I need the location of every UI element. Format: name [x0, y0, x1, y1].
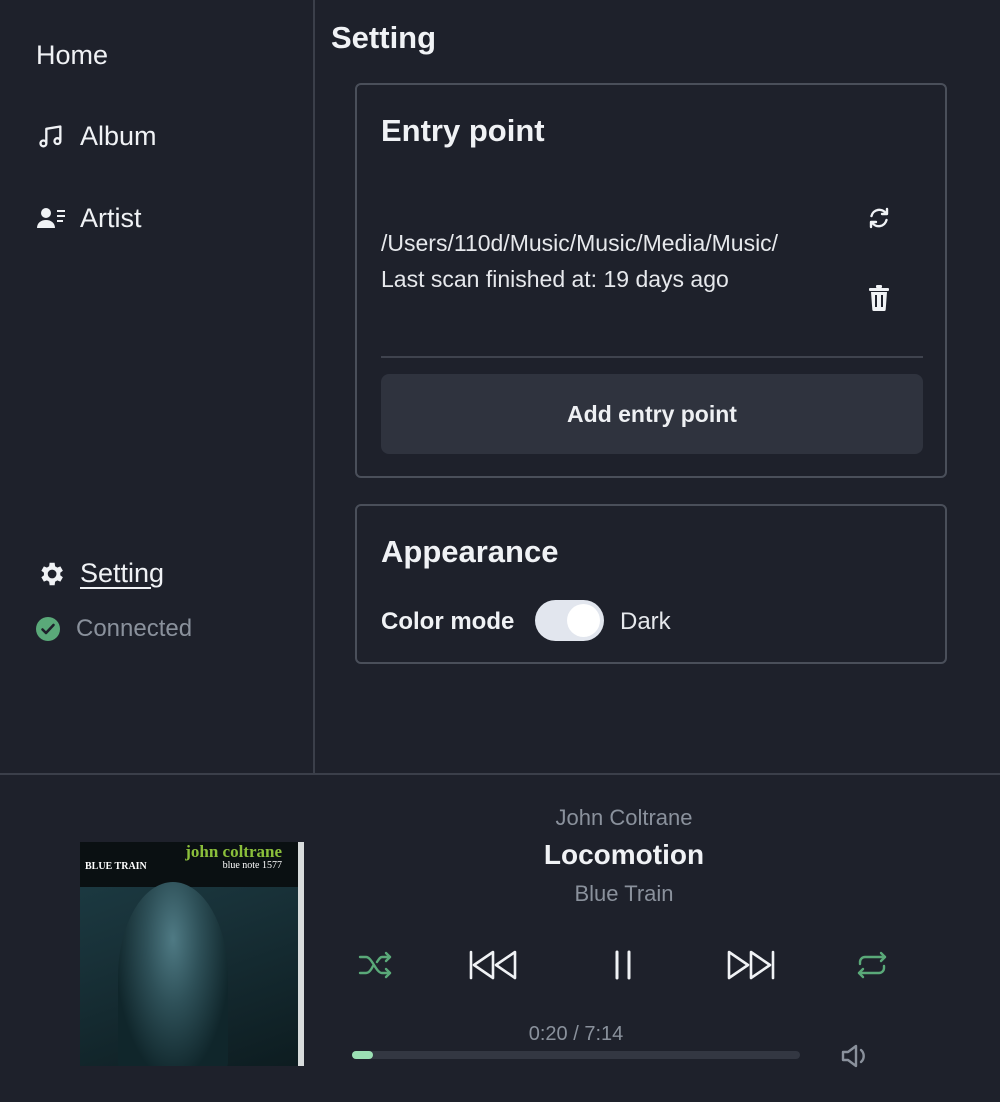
delete-entry-button[interactable] [864, 284, 894, 316]
appearance-card: Appearance Color mode Dark [355, 504, 947, 664]
now-playing-artist[interactable]: John Coltrane [0, 805, 1000, 831]
artist-list-icon [36, 204, 66, 234]
divider [381, 356, 923, 358]
progress-bar[interactable] [352, 1051, 800, 1059]
repeat-icon [854, 950, 890, 985]
player-bar: john coltrane BLUE TRAIN blue note 1577 … [0, 773, 1000, 1102]
now-playing-title: Locomotion [543, 839, 705, 870]
appearance-title: Appearance [381, 534, 559, 569]
sidebar-item-label: Setting [80, 558, 165, 588]
sidebar-item-setting[interactable]: Setting [36, 558, 164, 589]
entry-point-card: Entry point /Users/110d/Music/Music/Medi… [355, 83, 947, 478]
sidebar-item-label: Album [80, 121, 157, 151]
sidebar-item-label: Artist [80, 203, 142, 233]
trash-icon [868, 284, 890, 316]
volume-icon [840, 1042, 870, 1075]
rescan-button[interactable] [864, 205, 894, 235]
status-label: Connected [76, 615, 193, 642]
sidebar: Home Album Artist Setting Connected [0, 0, 315, 773]
shuffle-icon [358, 950, 394, 985]
sidebar-item-artist[interactable]: Artist [36, 203, 142, 234]
color-mode-value: Dark [620, 608, 671, 635]
app: Home Album Artist Setting Connected Sett… [0, 0, 1000, 1102]
gear-icon [36, 559, 66, 589]
entry-path: /Users/110d/Music/Music/Media/Music/ [381, 230, 779, 256]
sidebar-item-label: Home [36, 40, 109, 70]
music-note-icon [36, 122, 66, 152]
toggle-knob [567, 604, 600, 637]
check-circle-icon [36, 617, 60, 641]
now-playing-album[interactable]: Blue Train [0, 881, 1000, 907]
pause-icon [612, 949, 634, 986]
next-button[interactable] [727, 947, 775, 987]
progress-fill [352, 1051, 374, 1059]
repeat-button[interactable] [852, 947, 892, 987]
skip-forward-icon [725, 949, 775, 986]
color-mode-toggle[interactable] [535, 600, 604, 641]
sidebar-item-home[interactable]: Home [36, 40, 108, 71]
pause-button[interactable] [603, 947, 643, 987]
shuffle-button[interactable] [356, 947, 396, 987]
last-scan-text: Last scan finished at: 19 days ago [381, 266, 729, 292]
entry-point-title: Entry point [381, 113, 545, 148]
volume-button[interactable] [838, 1041, 872, 1075]
skip-back-icon [469, 949, 519, 986]
previous-button[interactable] [469, 947, 517, 987]
sidebar-item-album[interactable]: Album [36, 121, 157, 152]
refresh-icon [867, 206, 891, 235]
page-title: Setting [331, 20, 437, 55]
connection-status: Connected [36, 615, 192, 643]
add-entry-point-button[interactable]: Add entry point [381, 374, 923, 454]
color-mode-label: Color mode [381, 608, 515, 635]
